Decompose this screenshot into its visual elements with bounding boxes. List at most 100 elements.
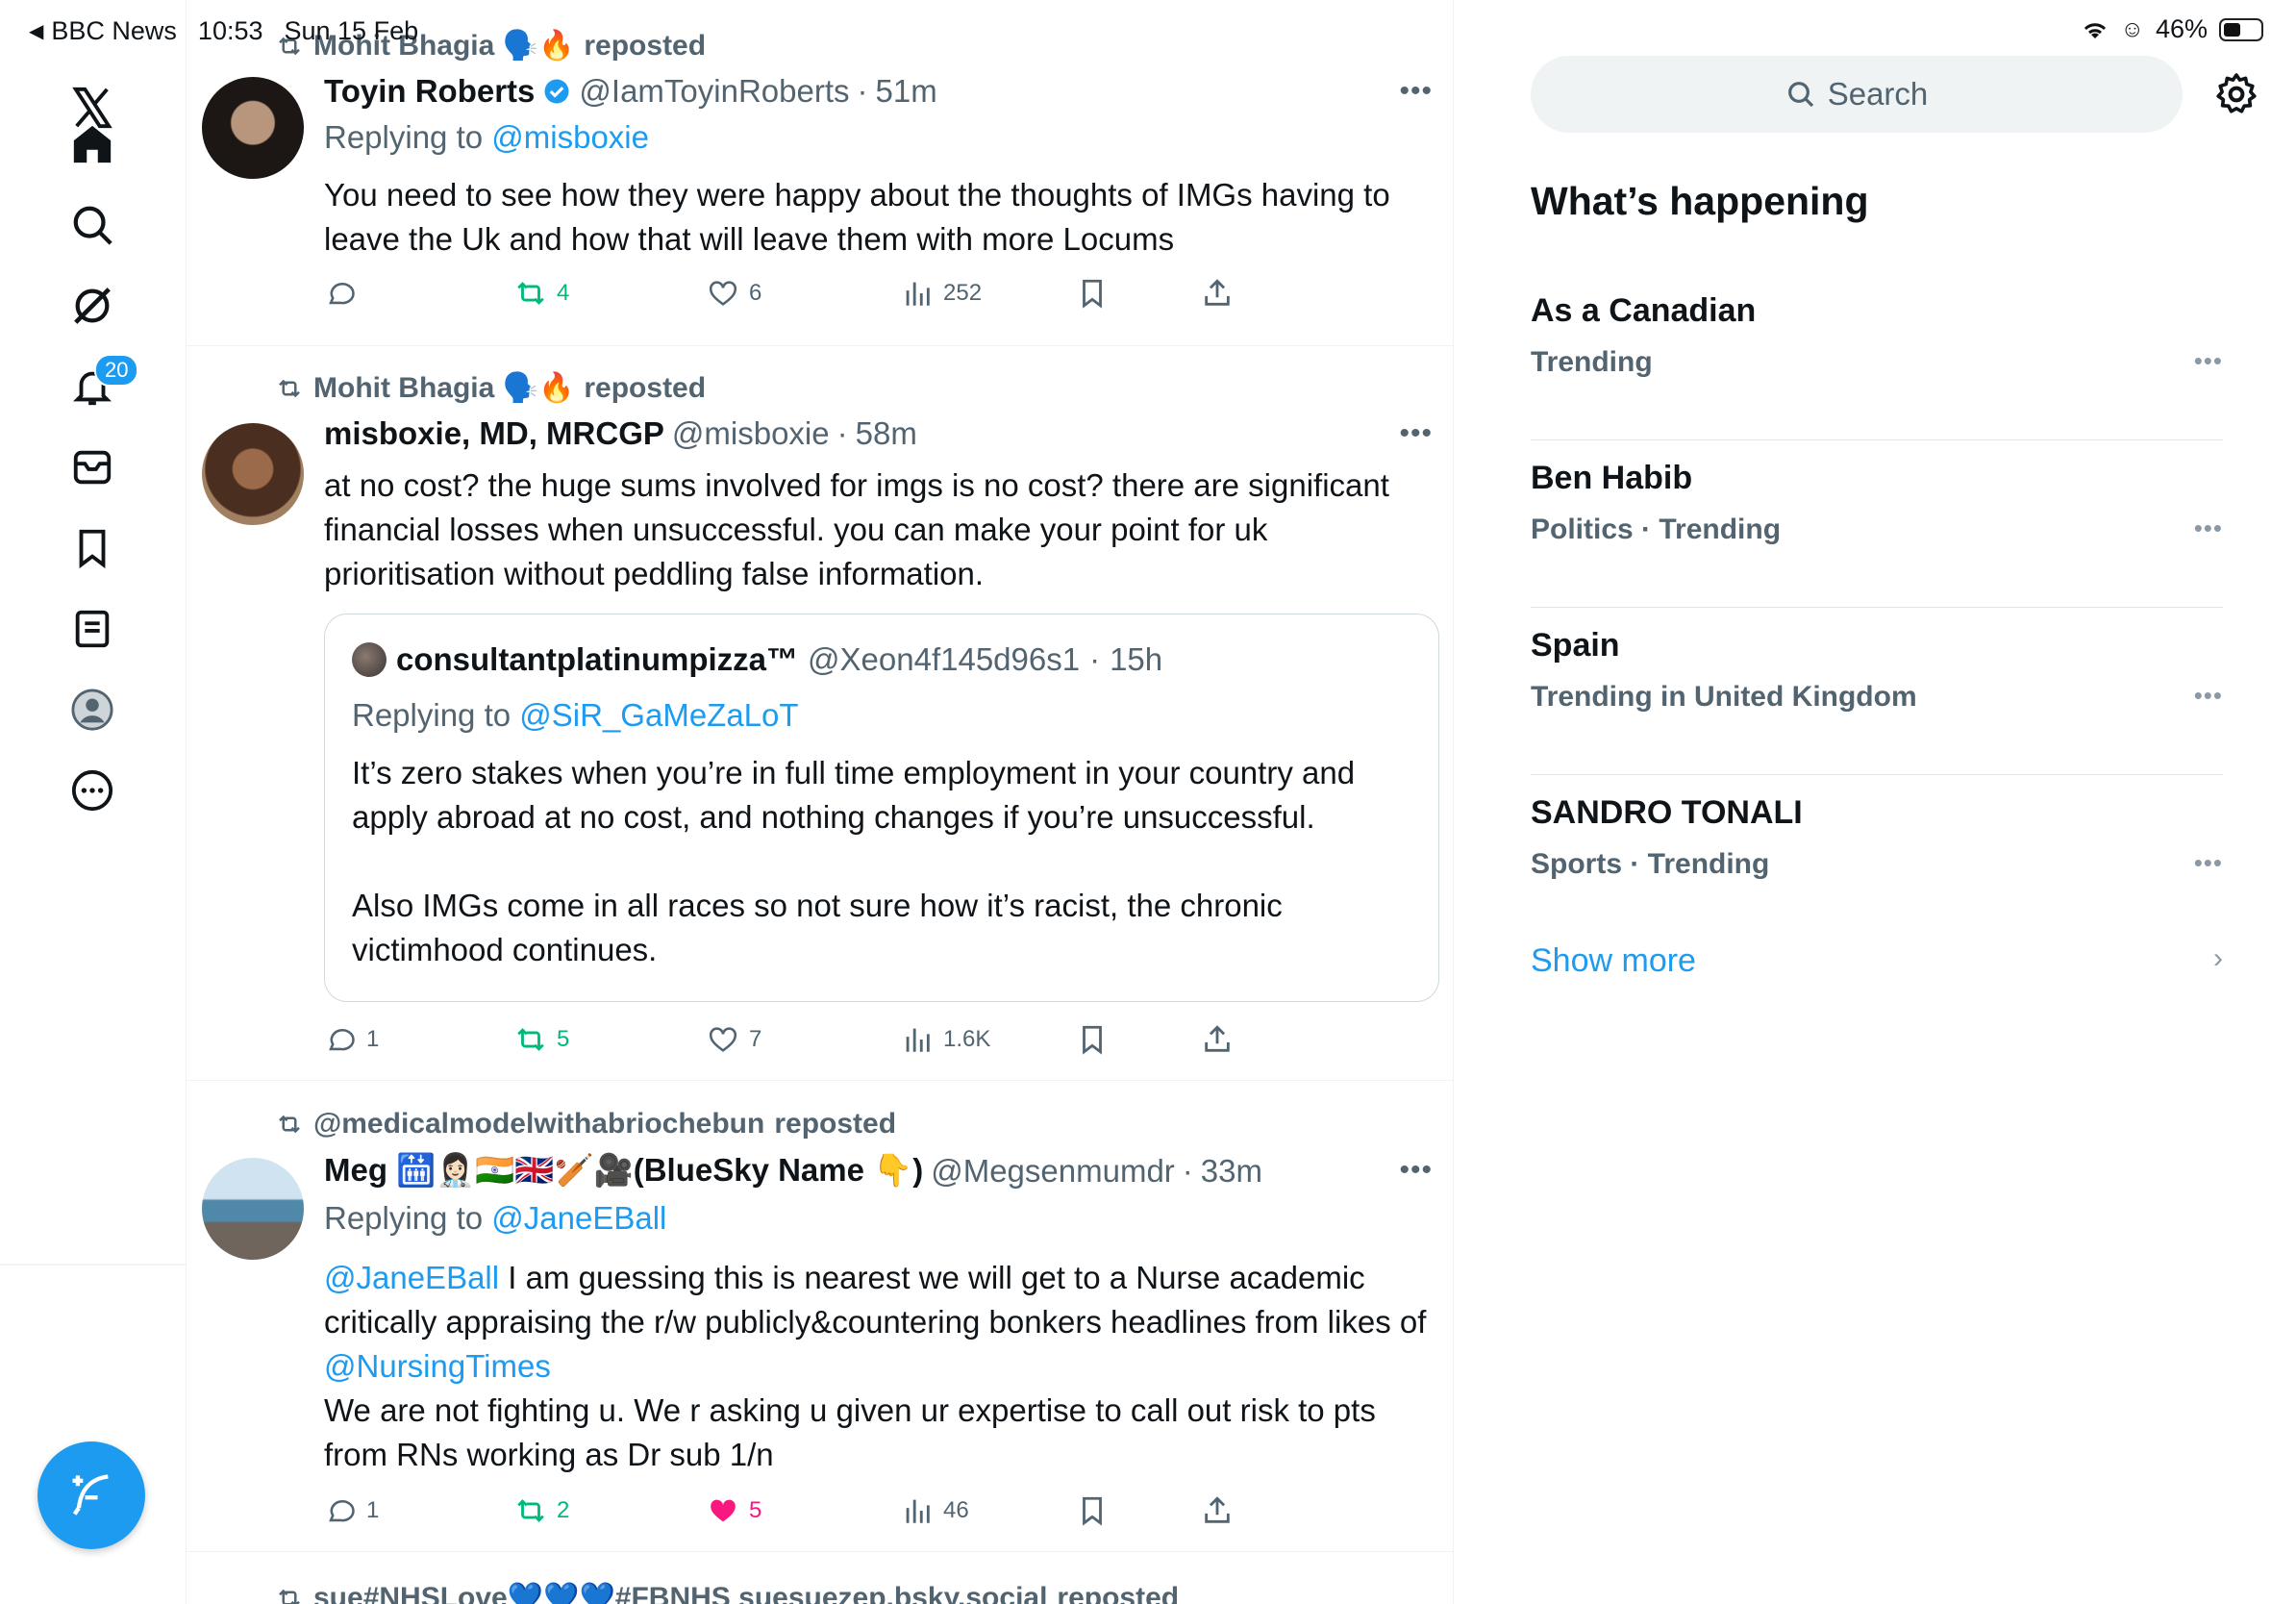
- reply-button[interactable]: 1: [324, 1494, 379, 1527]
- post-card[interactable]: sue#NHSLove💙💙💙#FBNHS suesuezep.bsky.soci…: [187, 1552, 1453, 1604]
- quoted-post[interactable]: consultantplatinumpizza™ @Xeon4f145d96s1…: [324, 614, 1439, 1002]
- profile-avatar-icon[interactable]: [58, 675, 127, 744]
- status-time: 10:53: [197, 16, 263, 45]
- post-more-icon[interactable]: •••: [1399, 75, 1433, 108]
- back-app-label[interactable]: BBC News: [51, 16, 177, 46]
- post-header: Meg 🛗👩🏻‍⚕️🇮🇳🇬🇧🏏🎥(BlueSky Name 👇) @Megsen…: [324, 1152, 1262, 1190]
- post-header: Toyin Roberts @IamToyinRoberts · 51m: [324, 73, 937, 110]
- repost-button[interactable]: 2: [514, 1494, 569, 1527]
- avatar[interactable]: [202, 77, 304, 179]
- quote-paragraph: Also IMGs come in all races so not sure …: [352, 888, 1283, 967]
- share-icon: [1205, 1025, 1230, 1052]
- quote-author-name: consultantplatinumpizza™: [396, 641, 799, 677]
- battery-icon: [2219, 17, 2263, 41]
- reply-target-link[interactable]: @JaneEBall: [491, 1200, 666, 1236]
- repost-indicator: @medicalmodelwithabriochebun reposted: [275, 1108, 896, 1140]
- repost-button[interactable]: 4: [514, 277, 569, 310]
- author-name[interactable]: misboxie, MD, MRCGP: [324, 415, 664, 452]
- views-button[interactable]: 46: [901, 1494, 969, 1527]
- post-time[interactable]: 33m: [1201, 1153, 1262, 1190]
- trend-item[interactable]: SANDRO TONALI Sports · Trending •••: [1531, 775, 2223, 942]
- views-count: 1.6K: [943, 1026, 991, 1052]
- grok-icon[interactable]: [58, 271, 127, 340]
- reply-target-link[interactable]: @SiR_GaMeZaLoT: [519, 697, 798, 733]
- compose-post-button[interactable]: [37, 1441, 145, 1549]
- trend-title: SANDRO TONALI: [1531, 794, 1803, 831]
- repost-icon: [279, 379, 300, 397]
- trend-more-icon[interactable]: •••: [2194, 681, 2223, 711]
- repost-button[interactable]: 5: [514, 1023, 569, 1056]
- mention-link[interactable]: @JaneEBall: [324, 1260, 499, 1295]
- author-name[interactable]: Toyin Roberts: [324, 73, 535, 110]
- lists-icon[interactable]: [58, 594, 127, 664]
- post-card[interactable]: Mohit Bhagia 🗣️🔥 reposted misboxie, MD, …: [187, 346, 1453, 1081]
- share-button[interactable]: [1201, 277, 1234, 310]
- trend-more-icon[interactable]: •••: [2194, 848, 2223, 878]
- reply-button[interactable]: [324, 277, 366, 310]
- reply-target-link[interactable]: @misboxie: [491, 119, 649, 155]
- post-actions: 1 2 5 46: [324, 1494, 1285, 1537]
- repost-by[interactable]: Mohit Bhagia 🗣️🔥: [313, 371, 574, 405]
- post-more-icon[interactable]: •••: [1399, 1154, 1433, 1187]
- share-button[interactable]: [1201, 1023, 1234, 1056]
- like-button[interactable]: 5: [707, 1494, 761, 1527]
- search-input[interactable]: Search: [1531, 56, 2183, 133]
- status-bar: ◀ BBC News 10:53 Sun 15 Feb ☺ 46%: [0, 0, 2296, 58]
- bookmark-button[interactable]: [1076, 277, 1109, 310]
- trend-more-icon[interactable]: •••: [2194, 346, 2223, 376]
- author-handle[interactable]: @misboxie: [672, 415, 830, 452]
- share-button[interactable]: [1201, 1494, 1234, 1527]
- views-count: 46: [943, 1497, 969, 1523]
- reply-icon: [329, 1500, 355, 1522]
- quote-text: It’s zero stakes when you’re in full tim…: [352, 751, 1419, 972]
- notifications-bell-icon[interactable]: 20: [58, 352, 139, 421]
- avatar[interactable]: [202, 423, 304, 525]
- views-chart-icon: [906, 282, 930, 306]
- post-time[interactable]: 58m: [856, 415, 917, 452]
- reply-count: 1: [366, 1026, 380, 1052]
- repost-indicator: sue#NHSLove💙💙💙#FBNHS suesuezep.bsky.soci…: [275, 1581, 1179, 1604]
- bookmark-button[interactable]: [1076, 1023, 1109, 1056]
- post-time[interactable]: 51m: [876, 73, 937, 110]
- trend-item[interactable]: Spain Trending in United Kingdom •••: [1531, 608, 2223, 775]
- search-icon[interactable]: [58, 190, 127, 260]
- post-card[interactable]: @medicalmodelwithabriochebun reposted Me…: [187, 1081, 1453, 1552]
- left-nav: 20: [0, 0, 187, 1604]
- trend-item[interactable]: As a Canadian Trending •••: [1531, 273, 2223, 440]
- trend-title: Spain: [1531, 627, 1620, 664]
- heart-icon: [709, 281, 737, 306]
- timeline-feed: Mohit Bhagia 🗣️🔥 reposted Toyin Roberts …: [187, 0, 1454, 1604]
- mention-link[interactable]: @NursingTimes: [324, 1348, 551, 1384]
- reply-icon: [329, 283, 355, 305]
- author-handle[interactable]: @Megsenmumdr: [931, 1153, 1175, 1190]
- search-placeholder: Search: [1827, 76, 1929, 112]
- views-count: 252: [943, 280, 983, 306]
- repost-icon: [517, 1499, 544, 1522]
- bookmark-button[interactable]: [1076, 1494, 1109, 1527]
- back-arrow-icon[interactable]: ◀: [29, 19, 43, 43]
- author-handle[interactable]: @IamToyinRoberts: [579, 73, 849, 110]
- repost-by[interactable]: @medicalmodelwithabriochebun: [313, 1108, 764, 1140]
- home-icon[interactable]: [58, 110, 127, 179]
- trend-item[interactable]: Ben Habib Politics · Trending •••: [1531, 440, 2223, 608]
- reply-button[interactable]: 1: [324, 1023, 379, 1056]
- like-button[interactable]: 7: [707, 1023, 761, 1056]
- messages-icon[interactable]: [58, 433, 127, 502]
- repost-by[interactable]: sue#NHSLove💙💙💙#FBNHS suesuezep.bsky.soci…: [313, 1581, 1047, 1604]
- show-more-link[interactable]: Show more ›: [1531, 942, 2223, 980]
- settings-gear-icon[interactable]: [2213, 71, 2259, 117]
- like-button[interactable]: 6: [707, 277, 761, 310]
- views-chart-icon: [906, 1028, 930, 1052]
- author-name[interactable]: Meg 🛗👩🏻‍⚕️🇮🇳🇬🇧🏏🎥(BlueSky Name 👇): [324, 1152, 923, 1190]
- avatar[interactable]: [202, 1158, 304, 1260]
- bookmark-icon: [1083, 1496, 1102, 1526]
- post-more-icon[interactable]: •••: [1399, 417, 1433, 450]
- quote-replying-to: Replying to @SiR_GaMeZaLoT: [352, 697, 799, 734]
- bookmarks-icon[interactable]: [58, 514, 127, 583]
- more-options-icon[interactable]: [58, 756, 127, 825]
- views-button[interactable]: 252: [901, 277, 982, 310]
- trend-title: As a Canadian: [1531, 292, 1757, 329]
- views-button[interactable]: 1.6K: [901, 1023, 990, 1056]
- quote-author-handle: @Xeon4f145d96s1: [808, 641, 1081, 677]
- trend-more-icon[interactable]: •••: [2194, 514, 2223, 543]
